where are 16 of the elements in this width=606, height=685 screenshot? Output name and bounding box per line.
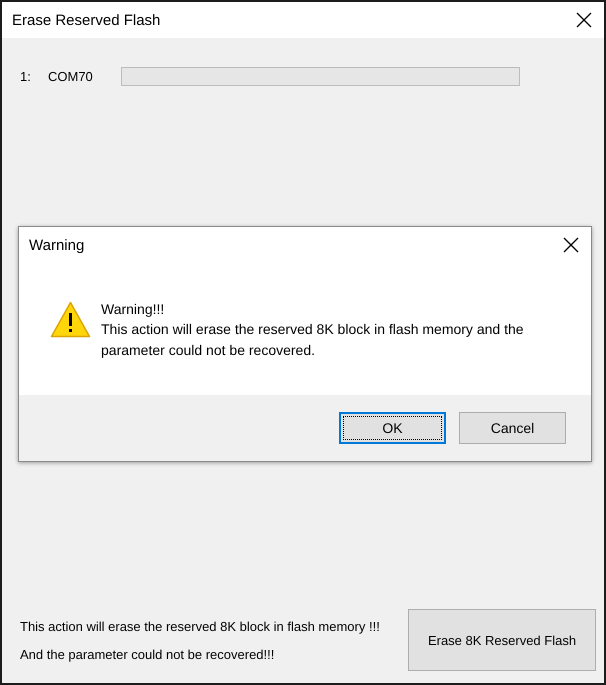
erase-button[interactable]: Erase 8K Reserved Flash <box>408 609 596 671</box>
warning-text: And the parameter could not be recovered!!! <box>20 646 276 662</box>
close-icon <box>576 12 592 28</box>
cancel-button[interactable]: Cancel <box>459 412 566 444</box>
dialog-heading: Warning!!! <box>101 300 166 319</box>
dialog-title: Warning <box>29 236 84 254</box>
close-button[interactable] <box>576 12 592 28</box>
warning-icon <box>50 301 91 338</box>
port-index: 1: <box>20 68 32 84</box>
close-icon <box>563 237 579 253</box>
port-name: COM70 <box>48 68 94 84</box>
window-title: Erase Reserved Flash <box>12 12 160 28</box>
close-button[interactable] <box>563 237 579 253</box>
ok-button[interactable]: OK <box>339 412 446 444</box>
dialog-message: This action will erase the reserved 8K block in flash memory and the parameter could not be recovered. <box>101 320 525 360</box>
warning-text: This action will erase the reserved 8K block in flash memory !!! <box>20 618 380 634</box>
